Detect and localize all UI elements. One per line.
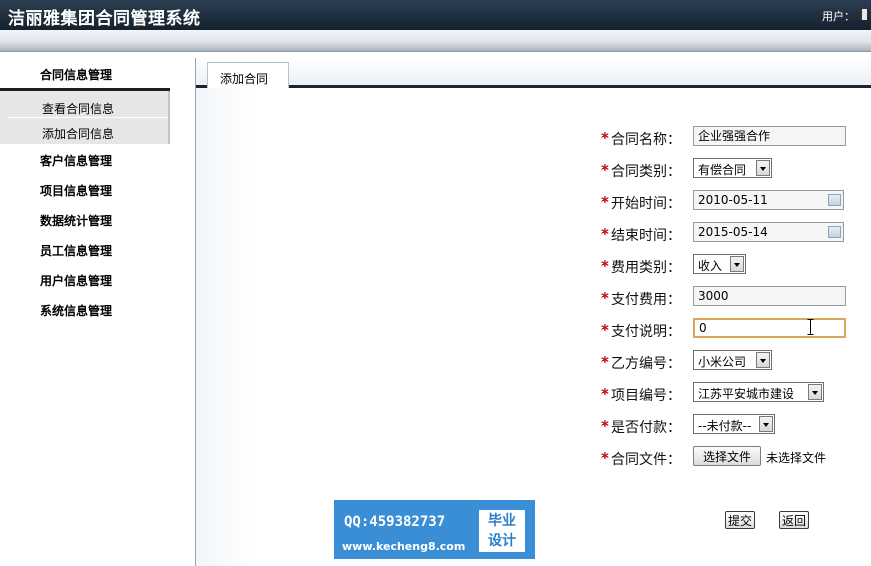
chevron-down-icon[interactable] (756, 352, 770, 368)
fee-type-label: 费用类别： (611, 260, 681, 276)
required-mark: * (601, 129, 609, 147)
sidebar-item-label: 数据统计管理 (40, 214, 113, 228)
end-time-label: 结束时间： (611, 228, 681, 244)
fee-type-select[interactable]: 收入 (693, 254, 746, 274)
sidebar-item-system-info[interactable]: 系统信息管理 (0, 294, 170, 324)
project-label: 项目编号： (611, 388, 681, 404)
calendar-icon[interactable] (828, 226, 841, 238)
required-mark: * (601, 289, 609, 307)
user-label: 用户： (822, 10, 855, 23)
chevron-down-icon[interactable] (756, 160, 770, 176)
toolbar-strip (0, 30, 871, 52)
sidebar-item-statistics[interactable]: 数据统计管理 (0, 204, 170, 234)
required-mark: * (601, 385, 609, 403)
start-time-input[interactable]: 2010-05-11 (693, 190, 844, 210)
required-mark: * (601, 225, 609, 243)
user-menu-icon[interactable] (860, 9, 867, 20)
start-time-label: 开始时间： (611, 196, 681, 212)
sidebar-subitem-view-contracts[interactable]: 查看合同信息 (8, 94, 168, 118)
sidebar-item-employee-info[interactable]: 员工信息管理 (0, 234, 170, 264)
chevron-down-icon[interactable] (730, 256, 744, 272)
project-select[interactable]: 江苏平安城市建设 (693, 382, 824, 402)
required-mark: * (601, 321, 609, 339)
party-b-label: 乙方编号： (611, 356, 681, 372)
contract-type-value: 有偿合同 (698, 163, 747, 177)
sidebar-item-project-info[interactable]: 项目信息管理 (0, 174, 170, 204)
sidebar-subitem-label: 查看合同信息 (42, 102, 115, 116)
start-time-value: 2010-05-11 (698, 193, 768, 207)
sidebar-item-label: 员工信息管理 (40, 244, 113, 258)
sidebar-item-label: 项目信息管理 (40, 184, 113, 198)
sidebar-item-label: 合同信息管理 (40, 68, 113, 82)
sidebar-item-contract-info[interactable]: 合同信息管理 (0, 58, 170, 88)
contract-name-input[interactable]: 企业强强合作 (693, 126, 846, 146)
watermark-qq: QQ:459382737 (344, 514, 446, 530)
watermark-tag: 毕业 设计 (479, 510, 525, 552)
fee-type-value: 收入 (698, 259, 723, 273)
sidebar-item-label: 系统信息管理 (40, 304, 113, 318)
party-b-value: 小米公司 (698, 355, 747, 369)
sidebar-subitem-add-contract[interactable]: 添加合同信息 (8, 119, 168, 143)
is-paid-select[interactable]: --未付款-- (693, 414, 775, 434)
end-time-input[interactable]: 2015-05-14 (693, 222, 844, 242)
payment-label: 支付费用： (611, 292, 681, 308)
app-title: 洁丽雅集团合同管理系统 (8, 9, 201, 29)
sidebar-item-label: 用户信息管理 (40, 274, 113, 288)
watermark-tag-line1: 毕业 (488, 513, 516, 529)
calendar-icon[interactable] (828, 194, 841, 206)
sidebar-item-customer-info[interactable]: 客户信息管理 (0, 144, 170, 174)
file-status-text: 未选择文件 (766, 451, 827, 465)
required-mark: * (601, 417, 609, 435)
project-value: 江苏平安城市建设 (698, 387, 795, 401)
contract-name-label: 合同名称： (611, 132, 681, 148)
contract-file-label: 合同文件： (611, 452, 681, 468)
tab-add-contract[interactable]: 添加合同 (207, 62, 289, 88)
chevron-down-icon[interactable] (759, 416, 773, 432)
party-b-select[interactable]: 小米公司 (693, 350, 772, 370)
required-mark: * (601, 161, 609, 179)
is-paid-value: --未付款-- (698, 419, 752, 433)
chevron-down-icon[interactable] (808, 384, 822, 400)
contract-type-select[interactable]: 有偿合同 (693, 158, 772, 178)
back-button[interactable]: 返回 (779, 511, 810, 529)
payment-note-label: 支付说明： (611, 324, 681, 340)
is-paid-label: 是否付款： (611, 420, 681, 436)
required-mark: * (601, 193, 609, 211)
contract-type-label: 合同类别： (611, 164, 681, 180)
tab-bar: 添加合同 (196, 58, 871, 88)
watermark-banner: QQ:459382737 www.kecheng8.com 毕业 设计 (334, 500, 535, 559)
required-mark: * (601, 257, 609, 275)
sidebar-submenu: 查看合同信息 添加合同信息 (0, 91, 170, 144)
sidebar-item-label: 客户信息管理 (40, 154, 113, 168)
payment-note-input[interactable]: 0 (693, 318, 846, 338)
required-mark: * (601, 449, 609, 467)
app-window: 洁丽雅集团合同管理系统 用户： 合同信息管理 查看合同信息 添加合同信息 客户信… (0, 0, 871, 566)
sidebar-item-user-info[interactable]: 用户信息管理 (0, 264, 170, 294)
watermark-site: www.kecheng8.com (342, 540, 466, 553)
sidebar-subitem-label: 添加合同信息 (42, 127, 115, 141)
end-time-value: 2015-05-14 (698, 225, 768, 239)
submit-button[interactable]: 提交 (725, 511, 756, 529)
required-mark: * (601, 353, 609, 371)
tab-label: 添加合同 (220, 72, 269, 86)
watermark-tag-line2: 设计 (488, 533, 516, 549)
choose-file-button[interactable]: 选择文件 (693, 446, 761, 466)
app-header: 洁丽雅集团合同管理系统 用户： (0, 0, 871, 30)
sidebar: 合同信息管理 查看合同信息 添加合同信息 客户信息管理 项目信息管理 数据统计管… (0, 52, 170, 566)
text-cursor-icon (807, 319, 814, 335)
payment-input[interactable]: 3000 (693, 286, 846, 306)
